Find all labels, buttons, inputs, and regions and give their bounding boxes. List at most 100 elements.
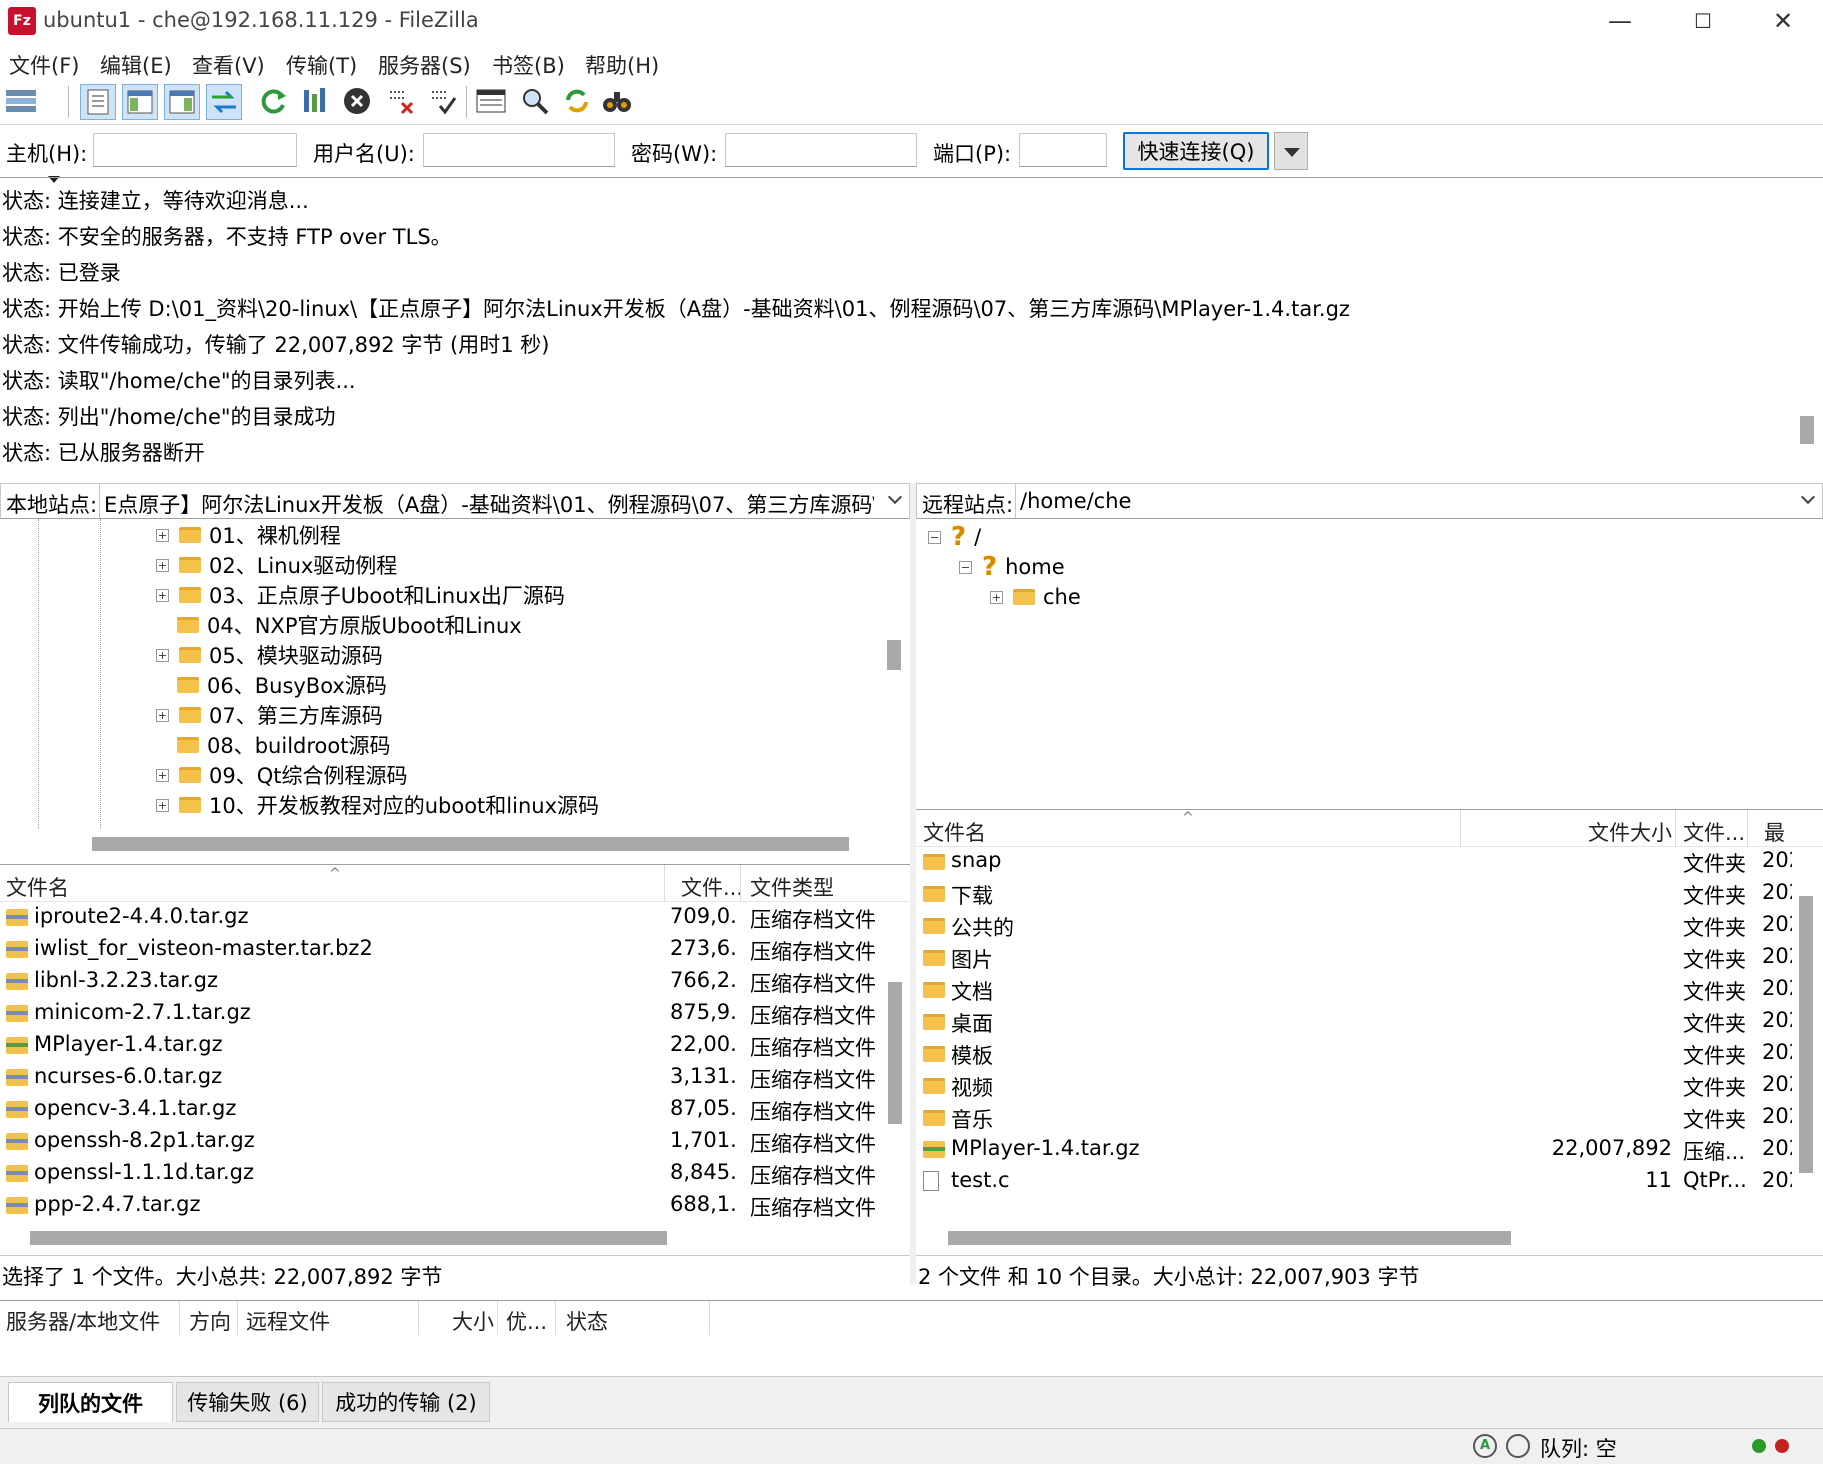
- username-input[interactable]: [423, 133, 615, 167]
- directory-listing-filters-icon[interactable]: [474, 84, 508, 118]
- log-scrollbar-thumb[interactable]: [1800, 416, 1814, 444]
- remote-file-hscroll-thumb[interactable]: [948, 1231, 1511, 1245]
- table-row[interactable]: 音乐 文件夹 202: [916, 1104, 1796, 1132]
- local-file-vscroll-thumb[interactable]: [888, 982, 902, 1124]
- table-row[interactable]: 模板 文件夹 202: [916, 1040, 1796, 1068]
- column-filetype[interactable]: 文件类型: [750, 872, 834, 902]
- table-row[interactable]: opencv-3.4.1.tar.gz 87,05... 压缩存档文件: [0, 1096, 880, 1124]
- minimize-button[interactable]: —: [1580, 0, 1660, 42]
- column-filesize[interactable]: 文件...: [681, 872, 743, 902]
- menu-server[interactable]: 服务器(S): [378, 50, 471, 80]
- table-row[interactable]: 下载 文件夹 202: [916, 880, 1796, 908]
- local-tree-item[interactable]: +03、正点原子Uboot和Linux出厂源码: [156, 580, 565, 610]
- tab-failed-transfers[interactable]: 传输失败 (6): [176, 1382, 319, 1422]
- table-row[interactable]: 视频 文件夹 202: [916, 1072, 1796, 1100]
- expand-plus-icon[interactable]: +: [156, 768, 169, 782]
- queue-column-priority[interactable]: 优...: [506, 1306, 547, 1336]
- menu-view[interactable]: 查看(V): [192, 50, 265, 80]
- local-tree-item[interactable]: 06、BusyBox源码: [156, 670, 387, 700]
- column-separator[interactable]: [664, 865, 665, 901]
- queue-column-status[interactable]: 状态: [566, 1306, 608, 1336]
- local-tree-item[interactable]: 08、buildroot源码: [156, 730, 390, 760]
- pane-splitter[interactable]: [910, 483, 916, 1285]
- toggle-queue-icon[interactable]: [206, 84, 242, 120]
- queue-column-server-local[interactable]: 服务器/本地文件: [6, 1306, 160, 1336]
- queue-column-size[interactable]: 大小: [452, 1306, 494, 1336]
- column-separator[interactable]: [1747, 810, 1748, 846]
- local-tree-item[interactable]: +09、Qt综合例程源码: [156, 760, 407, 790]
- toggle-message-log-icon[interactable]: [80, 84, 116, 120]
- local-directory-tree[interactable]: +01、裸机例程 +02、Linux驱动例程 +03、正点原子Uboot和Linux…: [0, 519, 911, 864]
- local-tree-item[interactable]: +05、模块驱动源码: [156, 640, 383, 670]
- remote-file-vscroll-thumb[interactable]: [1799, 896, 1813, 1173]
- local-tree-item[interactable]: +01、裸机例程: [156, 520, 341, 550]
- column-separator[interactable]: [497, 1301, 498, 1335]
- remote-tree-item[interactable]: −? /: [928, 522, 981, 552]
- table-row[interactable]: snap 文件夹 202: [916, 848, 1796, 876]
- column-separator[interactable]: [1675, 810, 1676, 846]
- remote-path-combobox[interactable]: /home/che: [1015, 484, 1823, 518]
- table-row[interactable]: iproute2-4.4.0.tar.gz 709,0... 压缩存档文件: [0, 904, 880, 932]
- quickconnect-history-dropdown[interactable]: [1274, 132, 1308, 170]
- quickconnect-button[interactable]: 快速连接(Q): [1123, 132, 1269, 170]
- site-manager-icon[interactable]: [4, 84, 38, 118]
- reconnect-icon[interactable]: [426, 84, 460, 118]
- local-tree-item[interactable]: +07、第三方库源码: [156, 700, 383, 730]
- queue-list[interactable]: [0, 1334, 1823, 1376]
- search-icon[interactable]: [600, 84, 634, 118]
- menu-edit[interactable]: 编辑(E): [100, 50, 172, 80]
- table-row[interactable]: MPlayer-1.4.tar.gz 22,007,892 压缩... 202: [916, 1136, 1796, 1164]
- remote-directory-tree[interactable]: −? / −? home + che: [916, 519, 1823, 809]
- local-tree-item[interactable]: +10、开发板教程对应的uboot和linux源码: [156, 790, 599, 820]
- menu-help[interactable]: 帮助(H): [585, 50, 659, 80]
- local-tree-item[interactable]: +02、Linux驱动例程: [156, 550, 397, 580]
- table-row[interactable]: openssh-8.2p1.tar.gz 1,701... 压缩存档文件: [0, 1128, 880, 1156]
- remote-file-list[interactable]: 文件名 ^ 文件大小 文件... 最 snap文件夹202下载文件夹202公共的…: [916, 809, 1823, 1251]
- queue-column-remote-file[interactable]: 远程文件: [246, 1306, 330, 1336]
- remote-tree-item[interactable]: + che: [990, 582, 1081, 612]
- table-row[interactable]: 桌面 文件夹 202: [916, 1008, 1796, 1036]
- expand-plus-icon[interactable]: +: [156, 798, 169, 812]
- password-input[interactable]: [725, 133, 917, 167]
- toggle-local-tree-icon[interactable]: [122, 84, 158, 120]
- expand-plus-icon[interactable]: +: [156, 588, 169, 602]
- table-row[interactable]: 公共的 文件夹 202: [916, 912, 1796, 940]
- table-row[interactable]: libnl-3.2.23.tar.gz 766,2... 压缩存档文件: [0, 968, 880, 996]
- process-queue-icon[interactable]: [298, 84, 332, 118]
- column-filesize[interactable]: 文件大小: [1588, 817, 1672, 847]
- chevron-down-icon[interactable]: [1803, 492, 1817, 506]
- local-path-combobox[interactable]: E点原子】阿尔法Linux开发板（A盘）-基础资料\01、例程源码\07、第三方…: [99, 484, 910, 518]
- table-row[interactable]: minicom-2.7.1.tar.gz 875,9... 压缩存档文件: [0, 1000, 880, 1028]
- collapse-minus-icon[interactable]: −: [959, 560, 972, 574]
- column-modified[interactable]: 最: [1764, 817, 1785, 847]
- speed-limit-icon[interactable]: A: [1473, 1434, 1497, 1458]
- expand-plus-icon[interactable]: +: [156, 558, 169, 572]
- local-tree-hscroll-thumb[interactable]: [92, 837, 849, 851]
- table-row[interactable]: test.c 11 QtPr... 202: [916, 1168, 1796, 1196]
- column-separator[interactable]: [1460, 810, 1461, 846]
- local-tree-item[interactable]: 04、NXP官方原版Uboot和Linux: [156, 610, 522, 640]
- disconnect-icon[interactable]: [384, 84, 418, 118]
- local-tree-vscroll-thumb[interactable]: [887, 640, 901, 670]
- local-file-list[interactable]: 文件名 ^ 文件... 文件类型 iproute2-4.4.0.tar.gz 70…: [0, 864, 911, 1251]
- close-button[interactable]: ✕: [1743, 0, 1823, 42]
- table-row[interactable]: openssl-1.1.1d.tar.gz 8,845... 压缩存档文件: [0, 1160, 880, 1188]
- table-row[interactable]: 图片 文件夹 202: [916, 944, 1796, 972]
- message-log[interactable]: 状态: 连接建立，等待欢迎消息... 状态: 不安全的服务器，不支持 FTP o…: [0, 178, 1823, 484]
- column-filename[interactable]: 文件名: [6, 872, 69, 902]
- host-input[interactable]: [93, 133, 297, 167]
- expand-plus-icon[interactable]: +: [156, 708, 169, 722]
- column-separator[interactable]: [709, 1301, 710, 1335]
- toggle-remote-tree-icon[interactable]: [164, 84, 200, 120]
- column-separator[interactable]: [179, 1301, 180, 1335]
- maximize-button[interactable]: ☐: [1663, 0, 1743, 42]
- column-separator[interactable]: [418, 1301, 419, 1335]
- sync-browsing-icon[interactable]: [560, 84, 594, 118]
- toggle-comparison-icon[interactable]: [518, 84, 552, 118]
- expand-plus-icon[interactable]: +: [156, 648, 169, 662]
- table-row[interactable]: ppp-2.4.7.tar.gz 688,1... 压缩存档文件: [0, 1192, 880, 1220]
- chevron-down-icon[interactable]: [890, 492, 904, 506]
- refresh-icon[interactable]: [256, 84, 290, 118]
- column-separator[interactable]: [237, 1301, 238, 1335]
- queue-column-direction[interactable]: 方向: [189, 1306, 231, 1336]
